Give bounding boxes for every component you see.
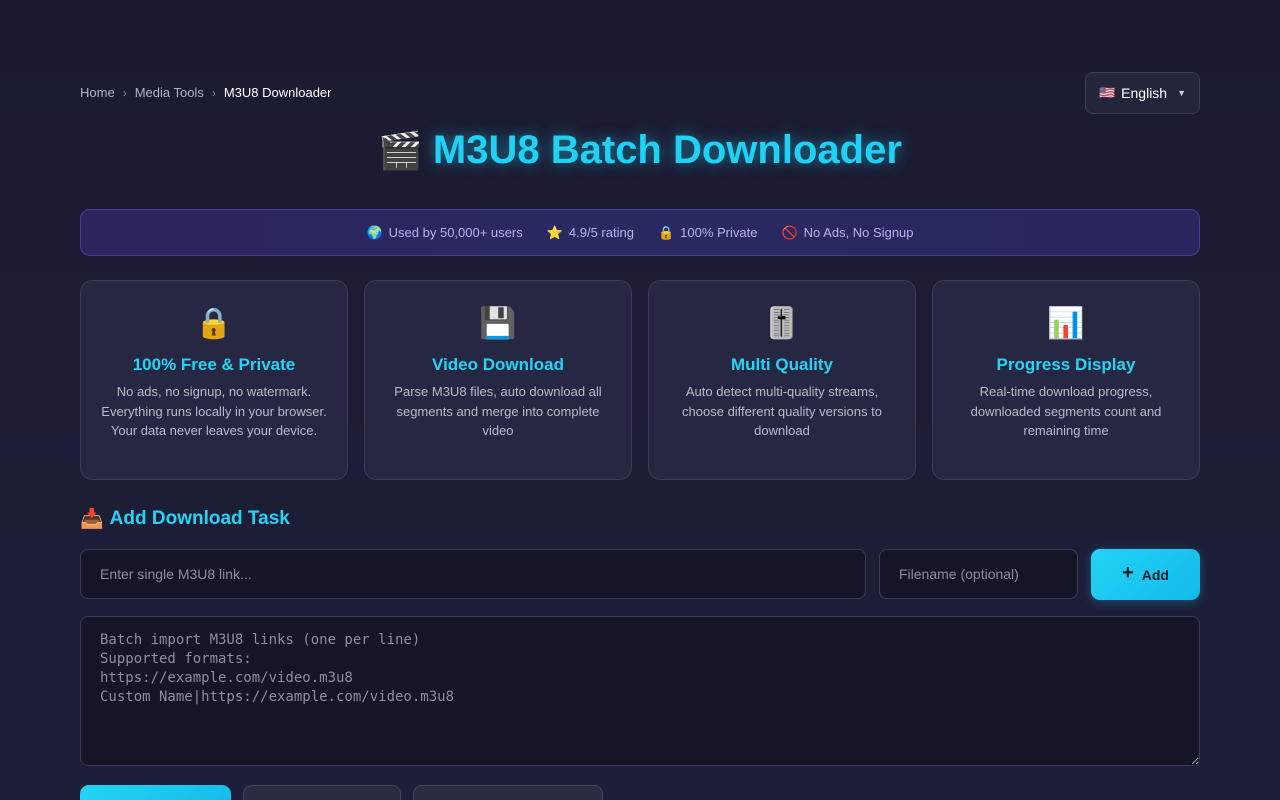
plus-icon: + [1122, 562, 1134, 584]
level-slider-icon: 🎚️ [763, 306, 801, 340]
page-title: 🎬 M3U8 Batch Downloader [0, 128, 1280, 173]
stat-private-text: 100% Private [680, 225, 758, 240]
feature-title: 100% Free & Private [132, 355, 296, 374]
breadcrumb: Home › Media Tools › M3U8 Downloader [80, 85, 332, 100]
filename-input[interactable] [879, 549, 1078, 599]
breadcrumb-current: M3U8 Downloader [223, 85, 332, 100]
stat-users-text: Used by 50,000+ users [388, 225, 523, 240]
page: Home › Media Tools › M3U8 Downloader 🇺🇸 … [0, 0, 1280, 800]
feature-card-progress-display: 📊 Progress Display Real-time download pr… [932, 280, 1200, 480]
feature-description: No ads, no signup, no watermark. Everyth… [101, 384, 327, 438]
stat-no-ads: 🚫 No Ads, No Signup [781, 225, 913, 241]
chevron-down-icon: ▼ [1177, 88, 1187, 98]
feature-card-multi-quality: 🎚️ Multi Quality Auto detect multi-quali… [648, 280, 916, 480]
feature-description: Parse M3U8 files, auto download all segm… [394, 384, 602, 438]
clapperboard-icon: 🎬 [378, 129, 423, 171]
batch-secondary-button[interactable] [243, 785, 401, 800]
m3u8-url-input[interactable] [80, 549, 866, 599]
lock-icon: 🔒 [657, 224, 675, 240]
batch-primary-button[interactable] [80, 785, 231, 800]
add-task-heading-text: Add Download Task [109, 508, 290, 529]
feature-description: Real-time download progress, downloaded … [970, 384, 1162, 438]
stat-users: 🌍 Used by 50,000+ users [366, 225, 522, 241]
us-flag-icon: 🇺🇸 [1098, 85, 1116, 100]
stat-rating-text: 4.9/5 rating [568, 225, 634, 240]
page-title-text: M3U8 Batch Downloader [432, 128, 902, 172]
bar-chart-icon: 📊 [1047, 306, 1085, 340]
stats-banner: 🌍 Used by 50,000+ users ⭐ 4.9/5 rating 🔒… [80, 209, 1200, 256]
breadcrumb-separator: › [122, 85, 127, 100]
stat-no-ads-text: No Ads, No Signup [803, 225, 914, 240]
breadcrumb-home[interactable]: Home [80, 85, 115, 100]
feature-description: Auto detect multi-quality streams, choos… [682, 384, 882, 438]
breadcrumb-media-tools[interactable]: Media Tools [135, 85, 204, 100]
language-selector[interactable]: 🇺🇸 English ▼ [1085, 72, 1200, 114]
add-task-heading: 📥 Add Download Task [80, 507, 290, 531]
feature-card-video-download: 💾 Video Download Parse M3U8 files, auto … [364, 280, 632, 480]
lock-icon: 🔒 [195, 306, 233, 340]
batch-tertiary-button[interactable] [413, 785, 603, 800]
breadcrumb-separator: › [211, 85, 216, 100]
feature-title: Progress Display [996, 355, 1136, 374]
batch-import-textarea[interactable] [80, 616, 1200, 766]
feature-card-free-private: 🔒 100% Free & Private No ads, no signup,… [80, 280, 348, 480]
feature-title: Video Download [432, 355, 564, 374]
stat-rating: ⭐ 4.9/5 rating [547, 225, 634, 241]
feature-title: Multi Quality [731, 355, 833, 374]
star-icon: ⭐ [546, 224, 563, 240]
add-button[interactable]: + Add [1091, 549, 1200, 600]
stat-private: 🔒 100% Private [658, 225, 758, 241]
prohibited-icon: 🚫 [781, 224, 798, 240]
language-label: English [1121, 85, 1168, 101]
inbox-tray-icon: 📥 [80, 509, 104, 530]
floppy-disk-icon: 💾 [479, 306, 517, 340]
add-button-label: Add [1141, 566, 1169, 583]
globe-icon: 🌍 [366, 224, 383, 240]
